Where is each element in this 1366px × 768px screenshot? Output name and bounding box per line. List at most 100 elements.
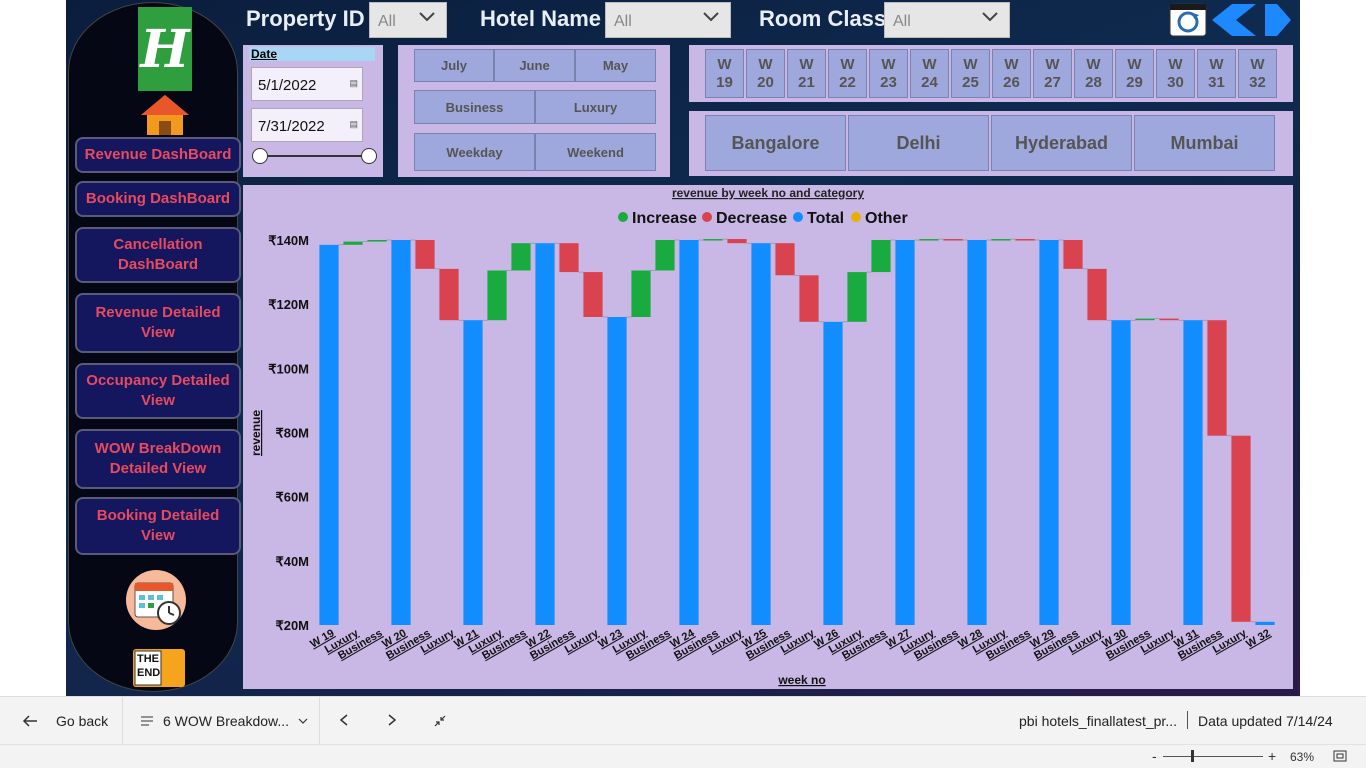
nav-booking-detailed-view[interactable]: Booking Detailed View (75, 497, 241, 555)
next-page-icon[interactable] (386, 713, 398, 727)
y-tick-label: ₹40M (275, 554, 309, 569)
waterfall-bar-increase (343, 241, 363, 245)
waterfall-bar-decrease (799, 275, 819, 322)
week-prefix: W (963, 55, 978, 73)
waterfall-bar-decrease (559, 243, 579, 273)
chart-title: revenue by week no and category (672, 186, 864, 200)
waterfall-bar-decrease (943, 239, 963, 241)
week-button-29[interactable]: W 29 (1115, 49, 1154, 98)
nav-label: Occupancy Detailed View (86, 372, 230, 409)
zoom-slider-track[interactable] (1163, 756, 1263, 757)
week-number: 28 (1085, 73, 1102, 91)
city-button-hyderabad[interactable]: Hyderabad (991, 115, 1132, 171)
forward-arrow-icon[interactable] (1263, 3, 1293, 37)
the-end-text-1: THE (137, 653, 159, 665)
week-button-26[interactable]: W 26 (992, 49, 1031, 98)
month-june-button[interactable]: June (494, 49, 575, 82)
week-number: 24 (921, 73, 938, 91)
week-button-31[interactable]: W 31 (1197, 49, 1236, 98)
city-button-delhi[interactable]: Delhi (848, 115, 989, 171)
week-button-21[interactable]: W 21 (787, 49, 826, 98)
nav-revenue-detailed-view[interactable]: Revenue Detailed View (75, 293, 241, 353)
calendar-icon: ▤ (349, 78, 358, 88)
city-button-bangalore[interactable]: Bangalore (705, 115, 846, 171)
zoom-out-button[interactable]: - (1152, 748, 1157, 764)
end-date-input[interactable]: 7/31/2022 ▤ (251, 108, 363, 142)
home-icon[interactable] (139, 93, 191, 137)
week-button-19[interactable]: W 19 (705, 49, 744, 98)
month-may-button[interactable]: May (575, 49, 656, 82)
divider (1187, 711, 1188, 729)
week-button-25[interactable]: W 25 (951, 49, 990, 98)
week-button-24[interactable]: W 24 (910, 49, 949, 98)
nav-occupancy-detailed-view[interactable]: Occupancy Detailed View (75, 363, 241, 419)
start-date-input[interactable]: 5/1/2022 ▤ (251, 67, 363, 101)
previous-page-icon[interactable] (338, 713, 350, 727)
week-prefix: W (840, 55, 855, 73)
nav-cancellation-dashboard[interactable]: Cancellation DashBoard (75, 227, 241, 283)
waterfall-bar-increase (847, 272, 867, 322)
nav-wow-breakdown-detailed-view[interactable]: WOW BreakDown Detailed View (75, 429, 241, 489)
week-number: 25 (962, 73, 979, 91)
week-button-28[interactable]: W 28 (1074, 49, 1113, 98)
fit-to-page-icon[interactable] (1333, 750, 1347, 762)
chevron-down-icon (982, 12, 998, 22)
month-july-button[interactable]: July (414, 49, 494, 82)
category-business-button[interactable]: Business (414, 90, 535, 124)
y-tick-label: ₹60M (275, 490, 309, 505)
city-slicer: Bangalore Delhi Hyderabad Mumbai (689, 111, 1293, 176)
waterfall-bar-increase (487, 270, 507, 321)
waterfall-bar-total (1255, 621, 1275, 625)
end-date-value: 7/31/2022 (258, 118, 325, 135)
zoom-in-button[interactable]: + (1268, 748, 1276, 764)
exit-fullscreen-icon[interactable] (433, 714, 447, 728)
go-back-button[interactable]: Go back (22, 713, 108, 729)
week-button-22[interactable]: W 22 (828, 49, 867, 98)
week-button-20[interactable]: W 20 (746, 49, 785, 98)
waterfall-bar-total (895, 240, 915, 625)
divider (122, 697, 123, 745)
city-label: Hyderabad (1014, 132, 1109, 153)
week-button-27[interactable]: W 27 (1033, 49, 1072, 98)
calendar-clock-icon[interactable] (125, 569, 187, 631)
legend-label-increase: Increase (632, 210, 697, 227)
date-range-end-handle[interactable] (361, 148, 377, 164)
waterfall-bar-total (751, 243, 771, 626)
date-range-start-handle[interactable] (252, 148, 268, 164)
week-button-23[interactable]: W 23 (869, 49, 908, 98)
page-selector[interactable]: 6 WOW Breakdow... (140, 713, 309, 729)
sync-icon[interactable] (1169, 3, 1207, 37)
waterfall-chart: revenue by week no and category Increase D… (249, 186, 1275, 687)
category-luxury-button[interactable]: Luxury (535, 90, 656, 124)
waterfall-bar-total (679, 240, 699, 625)
the-end-book-icon[interactable]: THE END (131, 647, 187, 689)
category-label: Luxury (573, 99, 618, 115)
room-class-dropdown[interactable]: All (884, 2, 1010, 38)
city-button-mumbai[interactable]: Mumbai (1134, 115, 1275, 171)
hotel-name-dropdown[interactable]: All (605, 2, 731, 38)
property-id-dropdown[interactable]: All (369, 2, 447, 38)
nav-booking-dashboard[interactable]: Booking DashBoard (75, 181, 241, 217)
list-icon (141, 716, 153, 726)
nav-revenue-dashboard[interactable]: Revenue DashBoard (75, 137, 241, 173)
week-button-32[interactable]: W 32 (1238, 49, 1277, 98)
legend-marker-increase (618, 212, 628, 222)
nav-label: Booking DashBoard (85, 190, 231, 207)
zoom-slider-thumb[interactable] (1191, 750, 1194, 762)
waterfall-bar-decrease (439, 268, 459, 321)
back-arrow-icon[interactable] (1210, 3, 1258, 37)
waterfall-bar-increase (871, 240, 891, 273)
property-id-value: All (378, 13, 396, 30)
month-category-slicer-panel: July June May Business Luxury Weekday We… (398, 45, 670, 177)
daytype-weekend-button[interactable]: Weekend (535, 133, 656, 171)
waterfall-bar-decrease (1231, 435, 1251, 622)
daytype-label: Weekday (446, 144, 503, 160)
daytype-weekday-button[interactable]: Weekday (414, 133, 535, 171)
week-number: 20 (757, 73, 774, 91)
week-prefix: W (799, 55, 814, 73)
week-prefix: W (1086, 55, 1101, 73)
week-prefix: W (717, 55, 732, 73)
waterfall-bar-decrease (727, 239, 747, 244)
date-slicer: Date 5/1/2022 ▤ 7/31/2022 ▤ (243, 45, 383, 177)
week-button-30[interactable]: W 30 (1156, 49, 1195, 98)
